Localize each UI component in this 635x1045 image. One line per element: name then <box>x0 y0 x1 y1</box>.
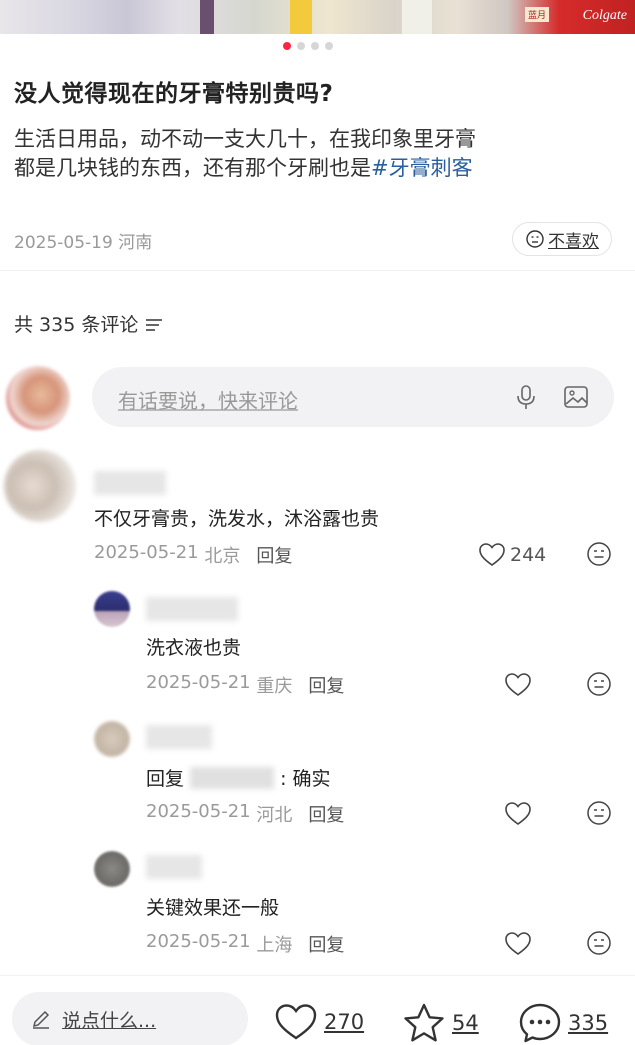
emoji-react-icon[interactable] <box>586 671 612 697</box>
comment-input[interactable]: 有话要说，快来评论 <box>92 367 614 427</box>
say-something-input[interactable]: 说点什么... <box>12 992 248 1045</box>
comment-location: 重庆 <box>256 676 293 697</box>
commenter-avatar[interactable] <box>94 721 130 757</box>
emoji-react-icon[interactable] <box>586 800 612 826</box>
comment-text: 不仅牙膏贵，洗发水，沐浴露也贵 <box>94 508 380 530</box>
heart-icon[interactable] <box>504 801 532 827</box>
image-icon[interactable] <box>562 383 590 411</box>
image-content <box>402 0 432 34</box>
sort-icon[interactable] <box>144 316 164 332</box>
reply-suffix: : 确实 <box>280 768 331 790</box>
post-location: 河南 <box>118 233 153 253</box>
like-post-button[interactable]: 270 <box>274 1002 364 1042</box>
post-date: 2025-05-19 <box>14 233 113 253</box>
post-title: 没人觉得现在的牙膏特别贵吗? <box>14 81 334 107</box>
comment-text: 回复 : 确实 <box>146 763 331 791</box>
collect-count: 54 <box>452 1011 479 1035</box>
comment-like-button[interactable]: 244 <box>478 542 546 568</box>
commenter-avatar[interactable] <box>4 450 76 522</box>
commenter-avatar[interactable] <box>94 591 130 627</box>
comment-date: 2025-05-21 <box>94 542 199 563</box>
bottom-action-bar: 说点什么... 270 54 335 <box>0 975 635 1045</box>
comment-meta: 2025-05-21 河北 回复 <box>146 801 344 827</box>
post-body-line: 生活日用品，动不动一支大几十，在我印象里牙膏 <box>14 127 476 151</box>
heart-icon <box>275 1004 317 1040</box>
comment-location: 上海 <box>256 935 293 956</box>
comment-bubble-icon <box>519 1003 561 1043</box>
emoji-react-icon[interactable] <box>586 541 612 567</box>
commenter-name-redacted <box>146 597 238 621</box>
comment-count: 共 335 条评论 <box>14 310 164 337</box>
comments-button[interactable]: 335 <box>518 1002 608 1044</box>
mention-redacted <box>190 767 275 789</box>
reply-button[interactable]: 回复 <box>256 542 292 568</box>
post-body: 生活日用品，动不动一支大几十，在我印象里牙膏 都是几块钱的东西，还有那个牙刷也是… <box>14 125 614 183</box>
heart-icon[interactable] <box>504 931 532 957</box>
my-avatar[interactable] <box>6 366 70 430</box>
image-brand-label: 蓝月 <box>525 7 550 22</box>
post-like-count: 270 <box>324 1010 365 1034</box>
image-content <box>200 0 214 34</box>
comment-location: 河北 <box>256 805 293 826</box>
carousel-pager <box>283 42 333 50</box>
post-body-line: 都是几块钱的东西，还有那个牙刷也是#牙膏刺客 <box>14 154 614 183</box>
image-brand-label: Colgate <box>582 8 627 23</box>
comment-total-count: 335 <box>568 1011 609 1035</box>
say-something-placeholder: 说点什么... <box>62 1009 157 1032</box>
pager-dot[interactable] <box>297 42 305 50</box>
post-image-carousel[interactable]: 蓝月 Colgate <box>0 0 635 34</box>
commenter-avatar[interactable] <box>94 851 130 887</box>
comment-meta: 2025-05-21 重庆 回复 <box>146 672 344 698</box>
collect-button[interactable]: 54 <box>402 1002 479 1044</box>
comment-input-placeholder: 有话要说，快来评论 <box>118 389 298 413</box>
comment-meta: 2025-05-21 上海 回复 <box>146 931 344 957</box>
pager-dot[interactable] <box>325 42 333 50</box>
emoji-react-icon[interactable] <box>586 930 612 956</box>
pager-dot[interactable] <box>283 42 291 50</box>
heart-icon <box>479 543 505 566</box>
heart-icon[interactable] <box>504 672 532 698</box>
comment-meta: 2025-05-21 北京 回复 <box>94 542 292 568</box>
reply-prefix: 回复 <box>146 768 185 790</box>
post-meta: 2025-05-19 河南 <box>14 228 152 253</box>
comment-text: 洗衣液也贵 <box>146 637 242 659</box>
image-content <box>290 0 312 34</box>
divider <box>0 270 635 271</box>
commenter-name-redacted <box>146 725 212 749</box>
star-icon <box>404 1003 444 1042</box>
comment-text: 关键效果还一般 <box>146 897 280 919</box>
comment-date: 2025-05-21 <box>146 801 251 822</box>
reply-button[interactable]: 回复 <box>308 931 344 957</box>
like-count: 244 <box>510 544 547 566</box>
post-body-text: 都是几块钱的东西，还有那个牙刷也是 <box>14 156 371 180</box>
reply-button[interactable]: 回复 <box>308 801 344 827</box>
commenter-name-redacted <box>94 471 166 495</box>
sad-face-icon <box>526 230 544 248</box>
pager-dot[interactable] <box>311 42 319 50</box>
dislike-button[interactable]: 不喜欢 <box>512 222 612 256</box>
comment-date: 2025-05-21 <box>146 672 251 693</box>
hashtag-link[interactable]: #牙膏刺客 <box>371 156 473 180</box>
reply-button[interactable]: 回复 <box>308 672 344 698</box>
comment-date: 2025-05-21 <box>146 931 251 952</box>
microphone-icon[interactable] <box>512 383 540 411</box>
pencil-icon <box>32 1010 50 1029</box>
dislike-label: 不喜欢 <box>548 231 599 252</box>
comment-location: 北京 <box>204 546 241 567</box>
comment-count-label: 共 335 条评论 <box>14 314 139 336</box>
commenter-name-redacted <box>146 855 202 879</box>
